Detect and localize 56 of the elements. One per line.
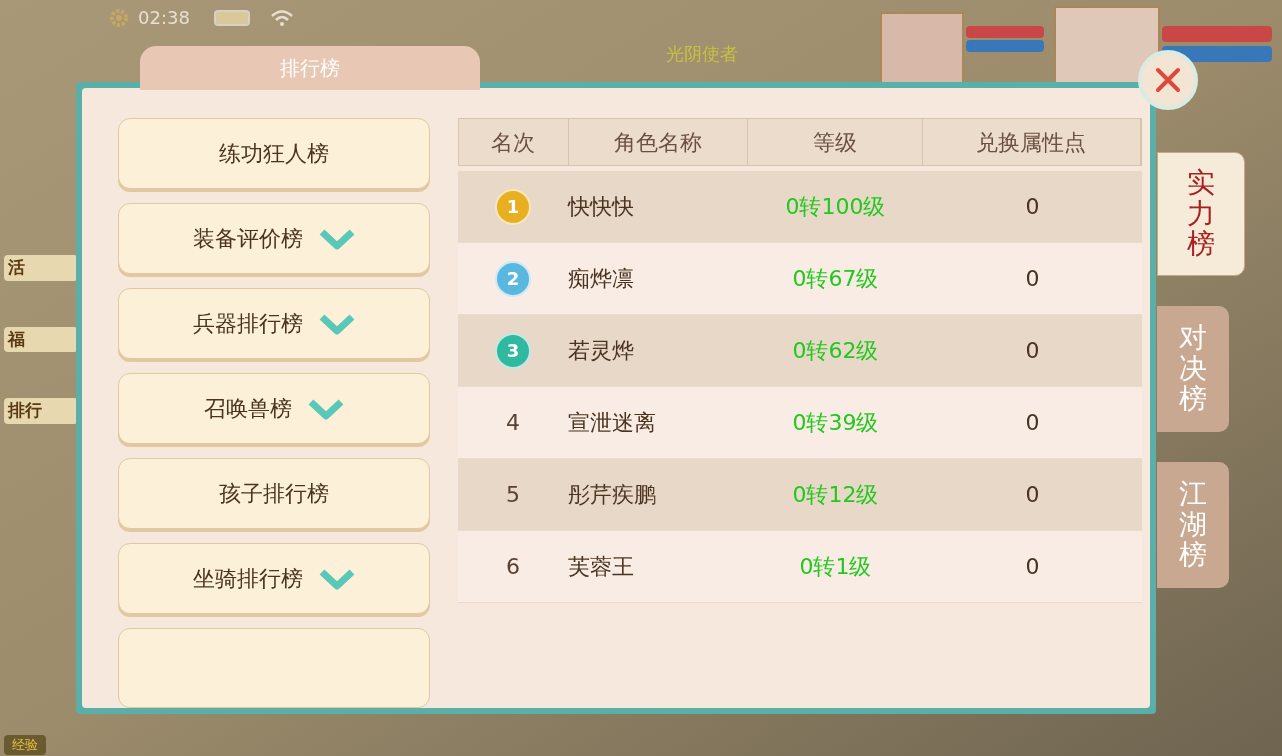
category-button[interactable]	[118, 628, 430, 708]
portrait-placeholder[interactable]	[1054, 6, 1160, 84]
category-button[interactable]: 练功狂人榜	[118, 118, 430, 189]
wifi-icon	[269, 8, 294, 27]
player-level: 0转100级	[784, 193, 887, 221]
chevron-down-icon	[319, 567, 355, 590]
close-icon[interactable]	[1155, 67, 1181, 93]
chevron-down-icon	[308, 397, 344, 420]
side-tab[interactable]: 实力榜	[1157, 152, 1245, 276]
menu-button[interactable]: 福	[4, 326, 78, 352]
player-name: 若灵烨	[568, 337, 635, 365]
rank-medal: 1	[495, 188, 531, 225]
menu-button[interactable]: 排行	[4, 398, 78, 424]
table-row[interactable]: 6 芙蓉王 0转1级 0	[458, 531, 1142, 603]
rank-medal: 2	[495, 260, 531, 297]
player-level: 0转67级	[791, 265, 880, 293]
table-row[interactable]: 1 快快快 0转100级 0	[458, 171, 1142, 243]
player-name: 快快快	[568, 193, 635, 221]
player-name: 芙蓉王	[568, 553, 635, 581]
player-level: 0转12级	[791, 481, 880, 509]
chevron-down-icon	[319, 312, 355, 335]
player-level: 0转39级	[791, 409, 880, 437]
chevron-down-icon	[319, 227, 355, 250]
category-button[interactable]: 坐骑排行榜	[118, 543, 430, 614]
rank-number: 6	[506, 553, 520, 581]
attribute-points: 0	[1024, 409, 1041, 437]
player-level: 0转62级	[791, 337, 880, 365]
player-name: 痴烨凛	[568, 265, 635, 293]
portrait-placeholder[interactable]	[880, 12, 964, 84]
column-header: 角色名称	[568, 119, 749, 165]
category-button[interactable]: 召唤兽榜	[118, 373, 430, 444]
attribute-points: 0	[1024, 265, 1041, 293]
attribute-points: 0	[1024, 193, 1041, 221]
attribute-points: 0	[1024, 481, 1041, 509]
rank-number: 4	[506, 409, 520, 437]
player-name: 宣泄迷离	[568, 409, 657, 437]
table-row[interactable]: 5 彤芹疾鹏 0转12级 0	[458, 459, 1142, 531]
category-button[interactable]: 孩子排行榜	[118, 458, 430, 529]
column-header: 等级	[748, 119, 923, 165]
exp-label: 经验	[4, 735, 46, 755]
panel-title: 排行榜	[140, 46, 480, 90]
clock-time: 02:38	[138, 6, 190, 30]
player-name: 彤芹疾鹏	[568, 481, 657, 509]
category-button[interactable]: 装备评价榜	[118, 203, 430, 274]
menu-button[interactable]: 活	[4, 255, 78, 281]
table-row[interactable]: 2 痴烨凛 0转67级 0	[458, 243, 1142, 315]
attribute-points: 0	[1024, 337, 1041, 365]
rank-number: 5	[506, 481, 520, 509]
table-row[interactable]: 3 若灵烨 0转62级 0	[458, 315, 1142, 387]
attribute-points: 0	[1024, 553, 1041, 581]
column-header: 兑换属性点	[922, 119, 1141, 165]
table-row[interactable]: 4 宣泄迷离 0转39级 0	[458, 387, 1142, 459]
player-level: 0转1级	[798, 553, 873, 581]
rank-medal: 3	[495, 332, 531, 369]
column-header: 名次	[459, 119, 569, 165]
category-button[interactable]: 兵器排行榜	[118, 288, 430, 359]
